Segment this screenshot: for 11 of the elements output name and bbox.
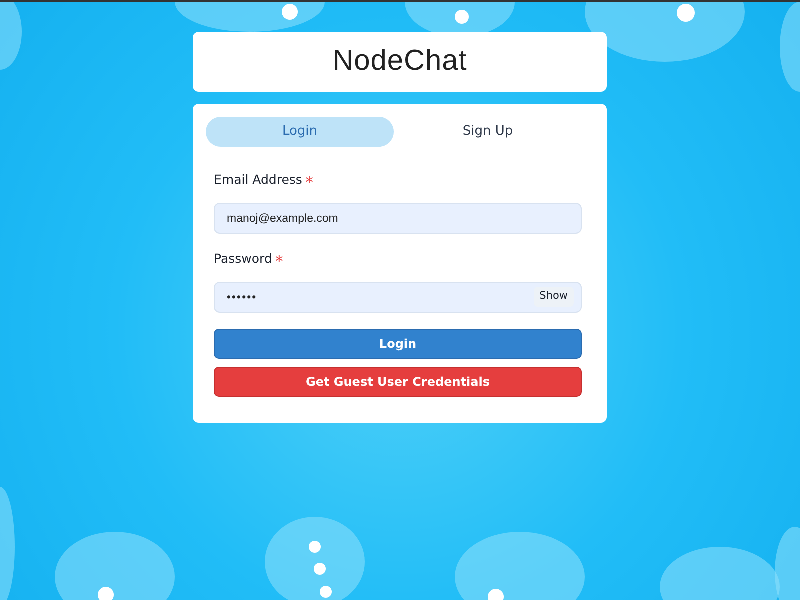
app-title: NodeChat	[332, 44, 468, 80]
field-label: Password	[214, 250, 272, 268]
tab[interactable]: Login	[206, 117, 394, 147]
tab[interactable]: Sign Up	[394, 117, 582, 147]
show-password-button[interactable]: Show	[534, 287, 574, 307]
email-field[interactable]: manoj@example.com	[214, 203, 582, 234]
required-mark: *	[275, 251, 284, 273]
required-mark: *	[305, 172, 314, 194]
guest-credentials-button[interactable]: Get Guest User Credentials	[214, 367, 582, 397]
field-label: Email Address	[214, 171, 302, 189]
login-button[interactable]: Login	[214, 329, 582, 359]
